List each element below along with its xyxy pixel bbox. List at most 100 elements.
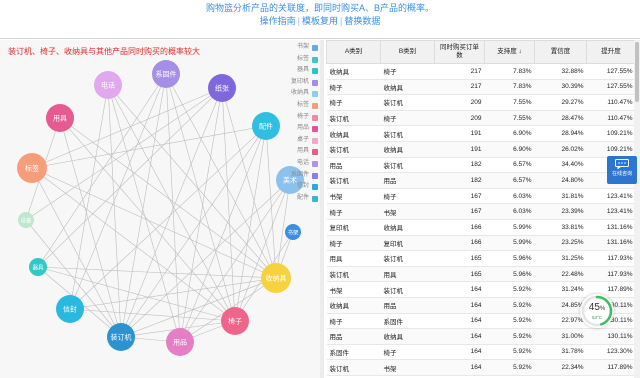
cell-support: 5.92% [484, 344, 535, 361]
table-row[interactable]: 椅子 复印机 166 5.99% 23.25% 131.16% [326, 235, 636, 252]
replace-data-link[interactable]: 替换数据 [344, 16, 380, 26]
legend-label: 椅子 [296, 113, 309, 120]
network-node[interactable]: 系固件 [152, 60, 180, 88]
cell-support: 6.03% [484, 188, 535, 205]
cell-confidence: 32.88% [534, 63, 587, 80]
table-row[interactable]: 椅子 装订机 209 7.55% 29.27% 110.47% [326, 94, 636, 111]
cell-confidence: 24.80% [534, 172, 587, 189]
guide-link[interactable]: 操作指南 [260, 16, 296, 26]
column-header-a-category[interactable]: A类别 [326, 40, 381, 64]
legend-item[interactable]: 收纳具 [291, 88, 318, 100]
node-label: 设备 [20, 217, 32, 225]
network-link [37, 73, 167, 268]
legend-item[interactable]: 用品 [291, 123, 318, 135]
column-header-orders[interactable]: 同时购买订单数 [434, 40, 485, 64]
column-header-confidence[interactable]: 置信度 [534, 40, 587, 64]
cell-confidence: 23.25% [534, 235, 587, 252]
cell-lift: 110.47% [586, 94, 636, 111]
table-row[interactable]: 椅子 书架 167 6.03% 23.39% 123.41% [326, 203, 636, 220]
table-row[interactable]: 装订机 椅子 209 7.55% 28.47% 110.47% [326, 110, 636, 127]
table-row[interactable]: 收纳具 装订机 191 6.90% 28.94% 109.21% [326, 125, 636, 142]
legend-item[interactable]: 配件 [291, 193, 318, 205]
table-row[interactable]: 书架 椅子 167 6.03% 31.81% 123.41% [326, 188, 636, 205]
cell-lift: 117.93% [586, 266, 636, 283]
cell-orders: 164 [434, 344, 485, 361]
column-header-support[interactable]: 支持度 ↓ [484, 40, 535, 64]
cell-a-category: 装订机 [326, 141, 381, 158]
network-node[interactable]: 纸张 [208, 74, 236, 102]
table-row[interactable]: 装订机 收纳具 191 6.90% 26.02% 109.21% [326, 141, 636, 158]
network-node[interactable]: 标签 [17, 153, 47, 183]
legend-label: 配件 [296, 194, 309, 201]
online-consult-button[interactable]: 在线咨询 [607, 156, 637, 184]
cell-orders: 191 [434, 141, 485, 158]
cell-support: 6.90% [484, 125, 535, 142]
cell-b-category: 用具 [380, 266, 435, 283]
cell-confidence: 33.81% [534, 219, 587, 236]
template-reuse-link[interactable]: 模板复用 [302, 16, 338, 26]
network-node[interactable]: 器具 [29, 258, 47, 276]
legend-item[interactable]: 椅子 [291, 112, 318, 124]
cell-lift: 123.30% [586, 344, 636, 361]
network-node[interactable]: 电话 [94, 71, 122, 99]
cell-support: 6.90% [484, 141, 535, 158]
network-node[interactable]: 收纳具 [261, 263, 291, 293]
cell-a-category: 装订机 [326, 172, 381, 189]
cell-orders: 164 [434, 297, 485, 314]
legend-item[interactable]: 桌子 [291, 135, 318, 147]
legend-item[interactable]: 电话 [291, 158, 318, 170]
cell-support: 7.83% [484, 79, 535, 96]
performance-gauge[interactable]: 45% 53°C [580, 294, 614, 328]
network-node[interactable]: 设备 [18, 212, 34, 228]
table-row[interactable]: 椅子 收纳具 217 7.83% 30.39% 127.55% [326, 79, 636, 96]
network-link [31, 167, 277, 279]
column-header-b-category[interactable]: B类别 [380, 40, 435, 64]
legend-swatch [312, 137, 318, 144]
network-node[interactable]: 书架 [285, 224, 301, 240]
network-node[interactable]: 用品 [166, 328, 194, 356]
column-header-lift[interactable]: 提升度 [586, 40, 636, 64]
cell-orders: 182 [434, 157, 485, 174]
network-node[interactable]: 用具 [46, 104, 74, 132]
table-body: 收纳具 椅子 217 7.83% 32.88% 127.55% 椅子 收纳具 217 7.83% 3… [326, 63, 636, 376]
network-node[interactable]: 信封 [56, 295, 84, 323]
table-scrollbar[interactable] [634, 40, 640, 378]
cell-confidence: 24.85% [534, 297, 587, 314]
table-row[interactable]: 用品 收纳具 164 5.92% 31.00% 130.11% [326, 328, 636, 345]
cell-support: 5.92% [484, 359, 535, 376]
legend-item[interactable]: 系固件 [291, 170, 318, 182]
node-label: 用具 [53, 115, 67, 123]
table-row[interactable]: 用具 装订机 165 5.96% 31.25% 117.93% [326, 250, 636, 267]
network-node[interactable]: 配件 [252, 112, 280, 140]
panel-divider[interactable] [320, 40, 324, 378]
table-row[interactable]: 用品装订机1826.57%34.40%129.82% [326, 157, 636, 174]
legend-item[interactable]: 标签 [291, 54, 318, 66]
page-header: 购物篮分析产品的关联度，即同时购买A、B产品的概率。 操作指南 | 模板复用 | 替换数… [0, 0, 640, 38]
legend-item[interactable]: 标签 [291, 100, 318, 112]
legend-label: 收纳具 [290, 90, 309, 97]
network-link [165, 73, 236, 322]
network-node[interactable]: 椅子 [221, 307, 249, 335]
table-row[interactable]: 装订机 用具 165 5.96% 22.48% 117.93% [326, 266, 636, 283]
scrollbar-thumb[interactable] [635, 42, 639, 102]
legend-item[interactable]: 信封 [291, 181, 318, 193]
online-consult-label: 在线咨询 [611, 171, 632, 177]
legend-label: 标签 [296, 55, 309, 62]
table-row[interactable]: 装订机 书架 164 5.92% 22.34% 117.89% [326, 359, 636, 376]
node-label: 配件 [259, 122, 273, 131]
cell-b-category: 书架 [380, 359, 435, 376]
cell-confidence: 26.02% [534, 141, 587, 158]
network-node[interactable]: 装订机 [107, 323, 135, 351]
table-row[interactable]: 收纳具 椅子 217 7.83% 32.88% 127.55% [326, 63, 636, 80]
legend-item[interactable]: 复印机 [291, 77, 318, 89]
cell-confidence: 28.47% [534, 110, 587, 127]
cell-orders: 167 [434, 203, 485, 220]
table-row[interactable]: 装订机用品1826.57%24.80%129.82% [326, 172, 636, 189]
network-link [69, 84, 109, 310]
legend-item[interactable]: 用具 [291, 146, 318, 158]
cell-b-category: 椅子 [380, 63, 435, 80]
legend-item[interactable]: 书架 [291, 42, 318, 54]
table-row[interactable]: 系固件 椅子 164 5.92% 31.78% 123.30% [326, 344, 636, 361]
legend-item[interactable]: 器具 [291, 65, 318, 77]
table-row[interactable]: 复印机 收纳具 166 5.99% 33.81% 131.16% [326, 219, 636, 236]
